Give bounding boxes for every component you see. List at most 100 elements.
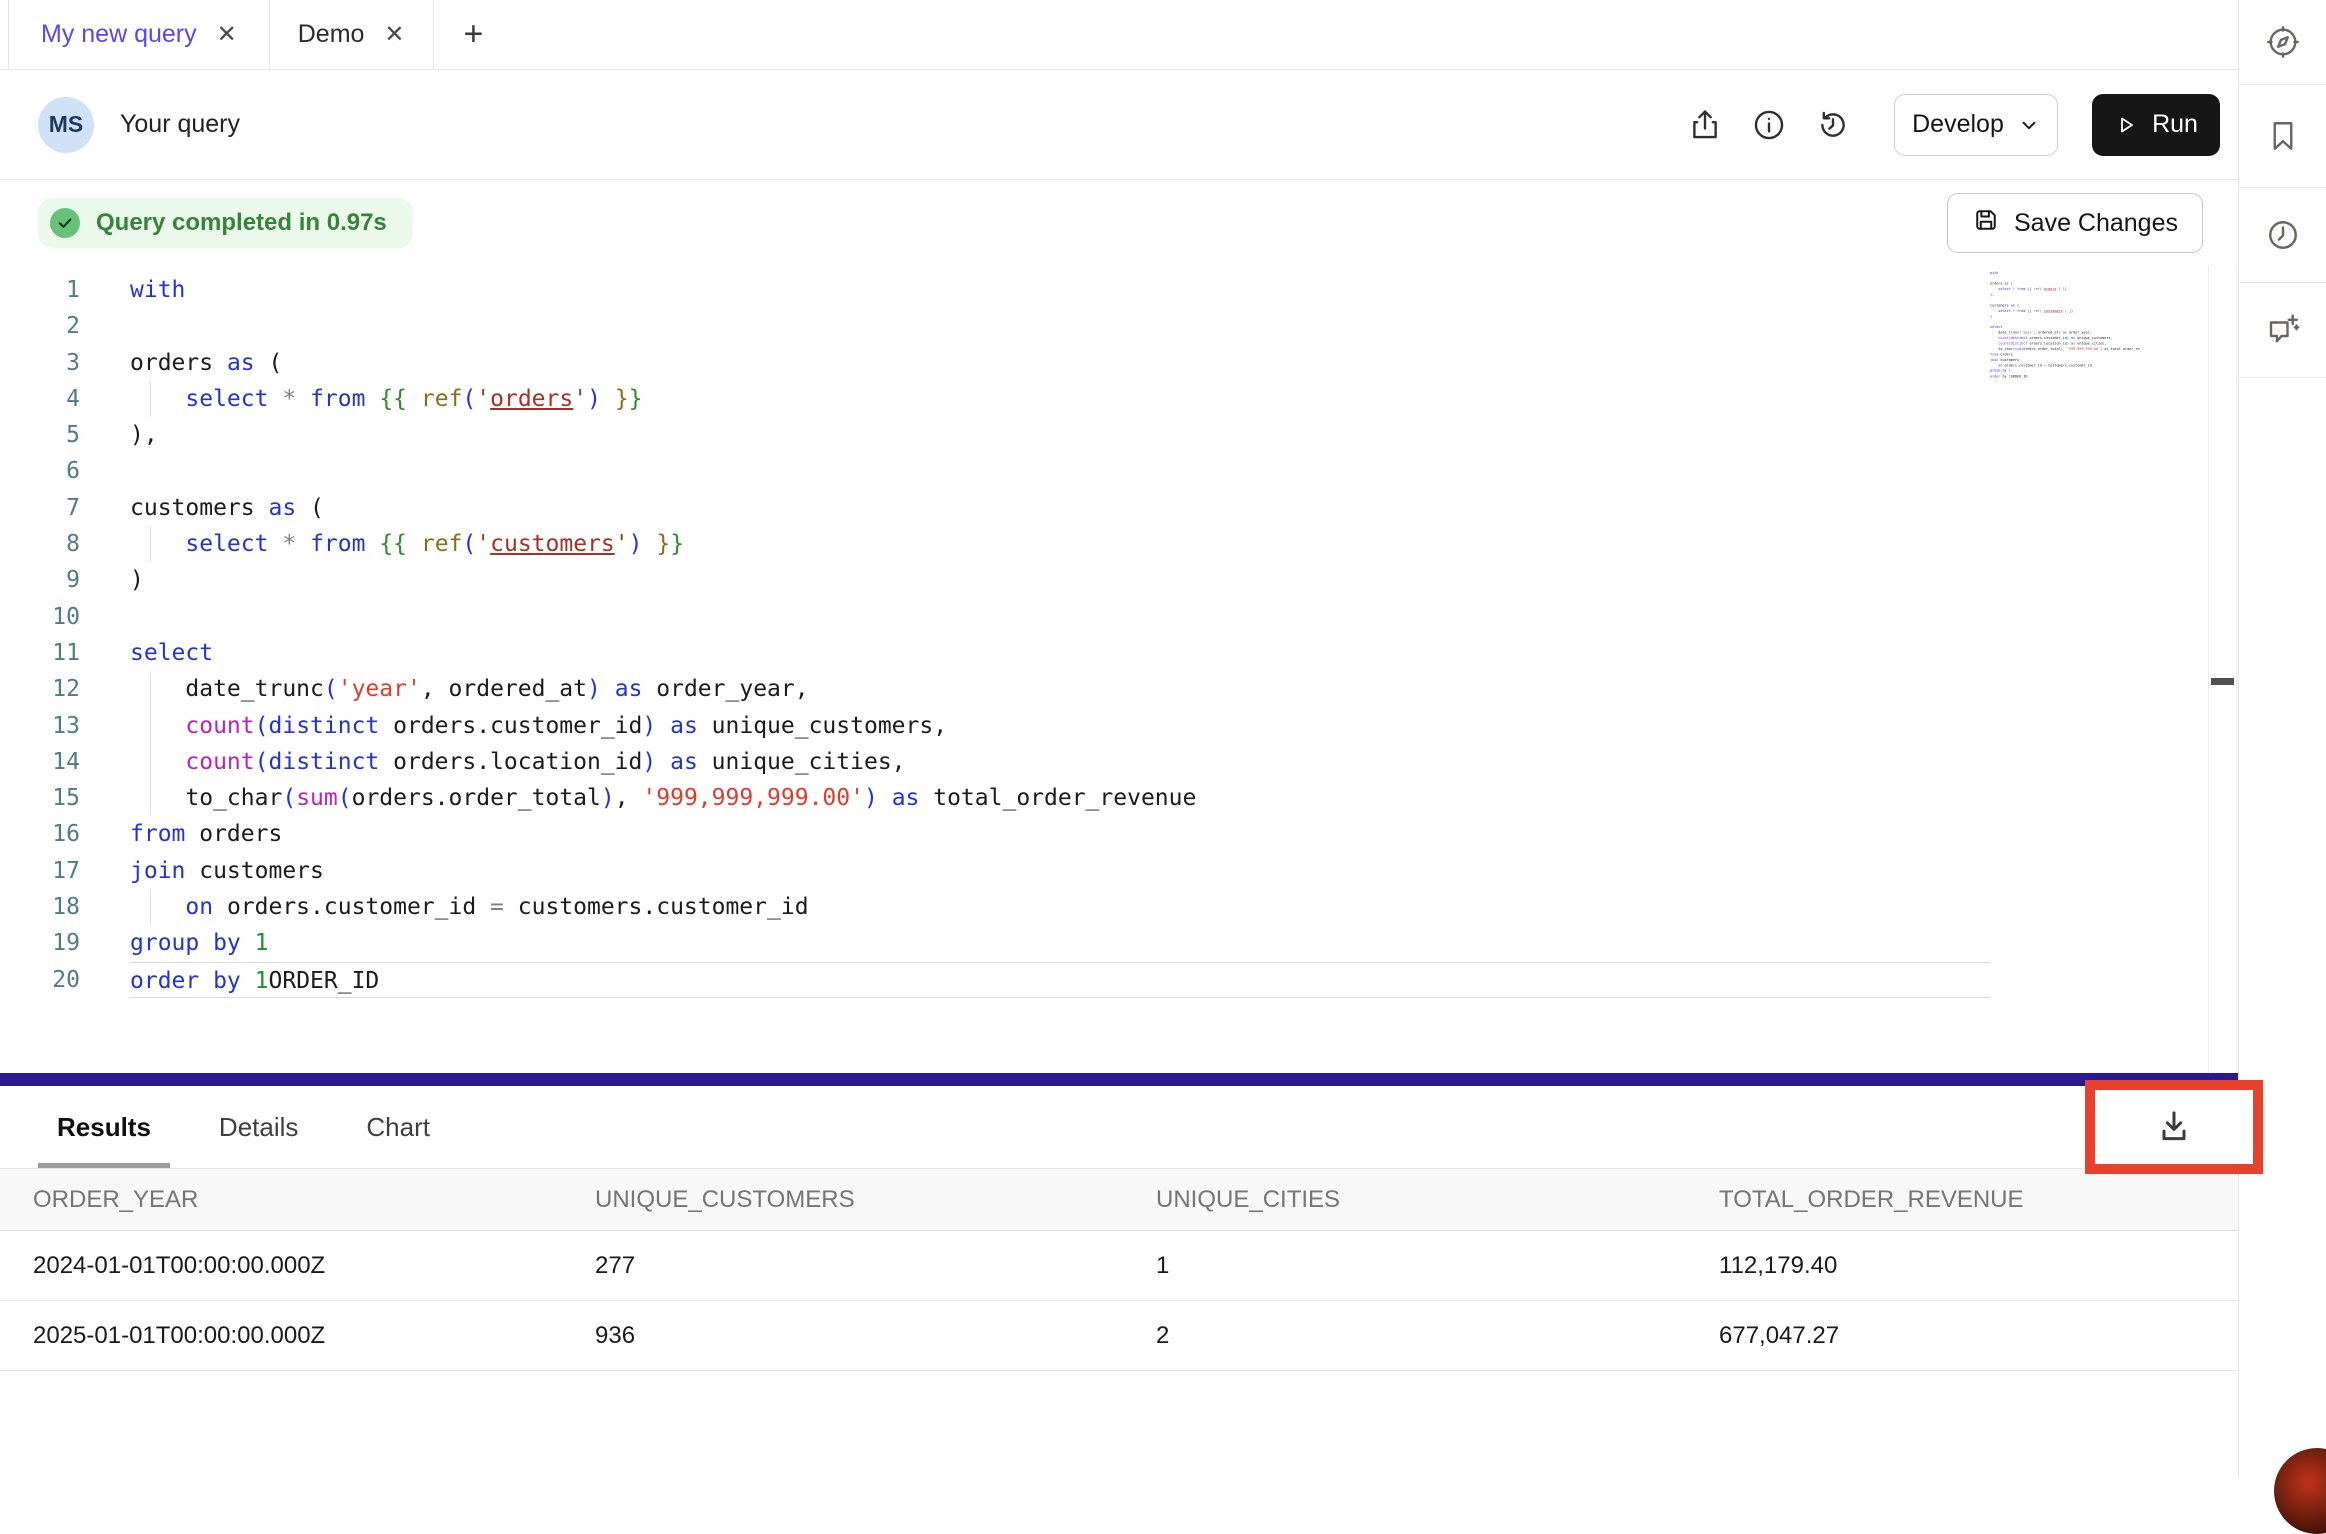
line-number: 17 (0, 853, 80, 889)
main-panel: My new query ✕ Demo ✕ + MS Your query (0, 0, 2238, 1476)
tab-my-new-query[interactable]: My new query ✕ (8, 0, 270, 69)
code-token: ( (338, 785, 352, 811)
editor-minimap[interactable]: withorders as ( select * from {{ ref('or… (1990, 270, 2140, 392)
code-token: ( (462, 531, 476, 557)
code-token: ) (629, 531, 643, 557)
code-token: ( (255, 713, 269, 739)
code-token: customers (490, 531, 615, 557)
history-icon[interactable] (1816, 108, 1850, 142)
code-line[interactable]: 7customers as ( (0, 490, 2238, 526)
clock-icon[interactable] (2265, 217, 2301, 253)
close-icon[interactable]: ✕ (384, 23, 404, 47)
code-token: distinct (269, 713, 380, 739)
tab-details[interactable]: Details (200, 1086, 317, 1168)
code-token: select (1990, 325, 2002, 329)
code-line[interactable]: 6 (0, 453, 2238, 489)
code-line[interactable]: 3orders as ( (0, 345, 2238, 381)
code-line[interactable]: 14 count(distinct orders.location_id) as… (0, 744, 2238, 780)
line-number: 14 (0, 744, 80, 780)
code-line[interactable]: 15 to_char(sum(orders.order_total), '999… (0, 780, 2238, 816)
code-token: as (227, 350, 255, 376)
code-line[interactable]: 18 on orders.customer_id = customers.cus… (0, 889, 2238, 925)
code-line[interactable]: 4 select * from {{ ref('orders') }} (0, 381, 2238, 417)
code-line[interactable]: 13 count(distinct orders.customer_id) as… (0, 708, 2238, 744)
bookmark-icon[interactable] (2265, 118, 2301, 154)
code-line[interactable]: 10 (0, 599, 2238, 635)
line-number: 9 (0, 562, 80, 598)
column-header[interactable]: UNIQUE_CUSTOMERS (562, 1186, 1123, 1214)
scrollbar-thumb[interactable] (2211, 678, 2234, 685)
sidebar-section (2239, 188, 2326, 283)
code-line[interactable]: 9) (0, 562, 2238, 598)
code-line[interactable]: 19group by 1 (0, 925, 2238, 961)
tab-label: My new query (41, 20, 197, 49)
code-token: , ordered_at (421, 676, 587, 702)
query-header: MS Your query Develop (0, 70, 2238, 180)
code-token: total_order_revenue (919, 785, 1196, 811)
run-button[interactable]: Run (2092, 94, 2220, 156)
panel-resize-divider[interactable] (0, 1073, 2238, 1086)
tab-label: Chart (366, 1112, 430, 1143)
tab-demo[interactable]: Demo ✕ (270, 0, 434, 69)
code-token: from (2017, 309, 2025, 313)
code-line[interactable]: 17join customers (0, 853, 2238, 889)
ai-chat-icon[interactable] (2265, 312, 2301, 348)
code-token (130, 386, 185, 412)
code-line[interactable]: 8 select * from {{ ref('customers') }} (0, 526, 2238, 562)
code-token: * (282, 386, 296, 412)
code-line[interactable]: 20order by 1ORDER_ID (0, 962, 2238, 998)
code-token: with (130, 277, 185, 303)
new-tab-button[interactable]: + (434, 0, 514, 69)
code-line[interactable]: 16from orders (0, 816, 2238, 852)
tab-results[interactable]: Results (38, 1086, 170, 1168)
code-token: '999,999,999.00' (642, 785, 864, 811)
code-token (130, 531, 185, 557)
code-line[interactable]: 2 (0, 308, 2238, 344)
code-token: as (892, 785, 920, 811)
save-label: Save Changes (2014, 209, 2178, 238)
table-row[interactable]: 2025-01-01T00:00:00.000Z9362677,047.27 (0, 1301, 2238, 1371)
develop-button[interactable]: Develop (1894, 94, 2058, 156)
code-token: unique_cities, (698, 749, 906, 775)
close-icon[interactable]: ✕ (217, 23, 237, 47)
sql-editor[interactable]: 1with23orders as (4 select * from {{ ref… (0, 266, 2238, 1073)
code-token (296, 386, 310, 412)
code-token: orders.customer_id (2002, 363, 2044, 367)
code-token: order_year, (2067, 331, 2092, 335)
column-header[interactable]: UNIQUE_CITIES (1123, 1186, 1686, 1214)
compass-icon[interactable] (2265, 24, 2301, 60)
code-token: } (629, 386, 643, 412)
code-token: orders.customer_id (379, 713, 642, 739)
code-token (407, 386, 421, 412)
code-token: count (1998, 342, 2008, 346)
sidebar-section (2239, 283, 2326, 378)
code-token: ( (296, 495, 324, 521)
code-token: ' (476, 531, 490, 557)
line-number: 4 (0, 381, 80, 417)
code-line[interactable]: 1with (0, 272, 2238, 308)
code-line[interactable]: 12 date_trunc('year', ordered_at) as ord… (0, 671, 2238, 707)
column-header[interactable]: TOTAL_ORDER_REVENUE (1686, 1186, 2238, 1214)
code-token (365, 531, 379, 557)
code-token: ' (476, 386, 490, 412)
code-token: unique_customers, (2075, 336, 2112, 340)
editor-scrollbar[interactable] (2208, 266, 2237, 1073)
code-token: as (670, 749, 698, 775)
column-header[interactable]: ORDER_YEAR (0, 1186, 562, 1214)
table-row[interactable]: 2024-01-01T00:00:00.000Z2771112,179.40 (0, 1231, 2238, 1301)
share-icon[interactable] (1688, 108, 1722, 142)
line-number: 16 (0, 816, 80, 852)
code-token: ( (255, 749, 269, 775)
download-icon[interactable] (2154, 1107, 2194, 1147)
info-icon[interactable] (1752, 108, 1786, 142)
code-token: ( (462, 386, 476, 412)
tab-chart[interactable]: Chart (347, 1086, 449, 1168)
save-changes-button[interactable]: Save Changes (1947, 193, 2203, 253)
code-token: distinct (269, 749, 380, 775)
code-line[interactable]: 11select (0, 635, 2238, 671)
code-token: from (310, 386, 365, 412)
code-token: date_trunc (1990, 331, 2019, 335)
code-line[interactable]: order by 1ORDER_ID (1990, 373, 2140, 378)
code-token: * (282, 531, 296, 557)
code-line[interactable]: 5), (0, 417, 2238, 453)
